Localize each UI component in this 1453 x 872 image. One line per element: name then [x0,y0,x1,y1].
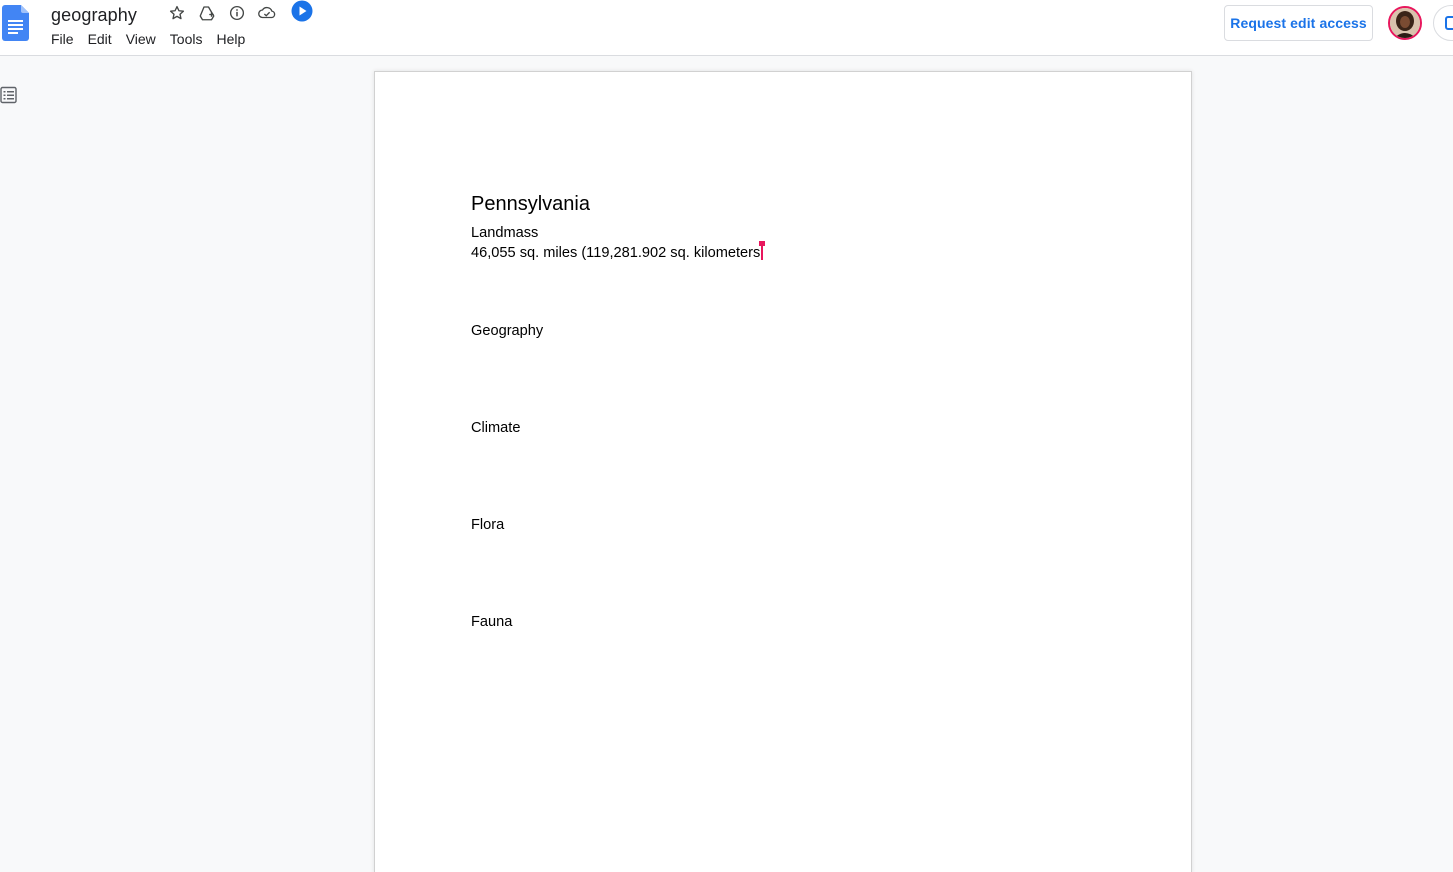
google-docs-logo-icon[interactable] [2,5,29,41]
section-climate: Climate [471,420,521,436]
star-icon[interactable] [166,2,188,24]
top-bar: geography File Edit View Tools Help Requ… [0,0,1453,56]
document-page[interactable]: Pennsylvania Landmass 46,055 sq. miles (… [375,72,1191,872]
menu-view[interactable]: View [119,29,163,49]
landmass-value-line: 46,055 sq. miles (119,281.902 sq. kilome… [471,241,1095,263]
menu-help[interactable]: Help [209,29,252,49]
menu-file[interactable]: File [44,29,81,49]
title-icons [166,0,286,26]
meet-icon [1445,16,1453,30]
landmass-value: 46,055 sq. miles (119,281.902 sq. kilome… [471,245,761,261]
section-fauna: Fauna [471,614,513,630]
section-flora: Flora [471,517,505,533]
collaborator-cursor [759,241,766,260]
request-edit-access-button[interactable]: Request edit access [1224,5,1373,41]
document-outline-icon[interactable] [0,86,18,104]
avatar[interactable] [1388,6,1422,40]
menu-bar: File Edit View Tools Help [44,29,252,49]
section-geography: Geography [471,323,544,339]
document-body[interactable]: Pennsylvania Landmass 46,055 sq. miles (… [471,190,1095,632]
document-title[interactable]: geography [51,5,137,26]
move-to-drive-icon[interactable] [196,2,218,24]
menu-edit[interactable]: Edit [81,29,119,49]
landmass-label: Landmass [471,225,539,241]
side-panel-button[interactable] [1433,5,1453,41]
document-heading: Pennsylvania [471,193,590,215]
menu-tools[interactable]: Tools [163,29,210,49]
title-row: geography [51,2,137,28]
present-play-icon[interactable] [291,0,313,22]
cloud-saved-icon[interactable] [256,2,278,24]
user-avatar-icon [1390,8,1420,38]
info-icon[interactable] [226,2,248,24]
